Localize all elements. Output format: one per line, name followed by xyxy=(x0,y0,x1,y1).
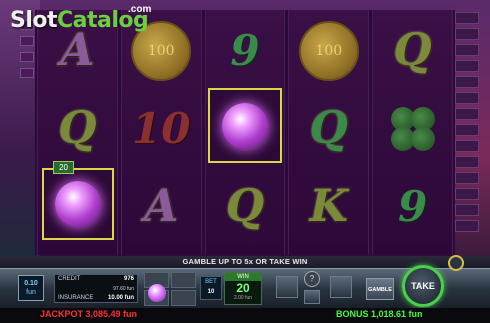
settings-button[interactable] xyxy=(330,276,352,298)
symbol-9: 9 xyxy=(397,182,428,231)
win-value: 20 xyxy=(236,281,250,295)
jackpot-display: JACKPOT 3,085.49 fun xyxy=(40,309,138,319)
symbol-coin: 100 xyxy=(289,12,368,89)
symbol-q: Q xyxy=(225,181,265,232)
win-display: WIN 20 2.00 fun xyxy=(224,272,262,305)
lines-button[interactable] xyxy=(276,276,298,298)
symbol-crystal-ball-winning xyxy=(42,168,114,240)
bet-label: BET xyxy=(205,279,217,285)
bonus-display: BONUS 1,018.61 fun xyxy=(336,309,423,319)
denomination-selector[interactable]: 0.10 fun xyxy=(18,275,44,301)
paytable-button-4[interactable] xyxy=(171,290,196,306)
symbol-q: Q xyxy=(58,103,97,154)
insurance-value: 10.00 fun xyxy=(107,295,134,301)
win-label: WIN xyxy=(225,273,261,281)
denomination-unit: fun xyxy=(26,289,36,296)
help-button[interactable]: ? xyxy=(304,271,320,287)
logo-suffix: .com xyxy=(128,4,152,15)
crystal-ball-icon xyxy=(148,284,166,302)
bet-value: 10 xyxy=(207,289,215,295)
symbol-10: 10 xyxy=(131,104,191,153)
line-win-badge: 20 xyxy=(53,161,74,174)
clover-icon xyxy=(390,106,435,151)
info-panel: CREDIT 976 97.60 fun INSURANCE 10.00 fun xyxy=(54,274,138,303)
reel-4: 100 Q K xyxy=(288,10,370,255)
autoplay-button[interactable] xyxy=(448,255,464,271)
credit-value: 976 xyxy=(123,276,134,282)
sound-button[interactable] xyxy=(304,290,320,304)
game-screen: A Q 100 10 A 9 Q 100 Q K Q 9 SlotCatalog… xyxy=(0,0,490,323)
symbol-9: 9 xyxy=(230,26,260,75)
bet-win-display: BET 10 WIN 20 2.00 fun xyxy=(200,272,264,305)
denomination-value: 0.10 xyxy=(24,280,38,287)
reel-area: A Q 100 10 A 9 Q 100 Q K Q 9 xyxy=(35,10,455,255)
win-fun-value: 2.00 fun xyxy=(233,295,253,301)
take-button[interactable]: TAKE xyxy=(402,265,444,307)
crystal-ball-icon xyxy=(55,181,101,227)
reel-2: 100 10 A xyxy=(120,10,202,255)
symbol-q: Q xyxy=(309,103,348,154)
paytable-button-2[interactable] xyxy=(171,272,196,288)
bet-display[interactable]: BET 10 xyxy=(200,276,222,300)
symbol-k: K xyxy=(309,181,348,232)
credit-label: CREDIT xyxy=(58,276,81,282)
symbol-clover xyxy=(373,90,452,167)
insurance-label: INSURANCE xyxy=(58,295,94,301)
coin-icon: 100 xyxy=(298,20,359,81)
reel-3: 9 Q xyxy=(204,10,286,255)
symbol-q: Q xyxy=(393,25,432,76)
crystal-ball-icon xyxy=(221,102,268,149)
credit-fun-value: 97.60 fun xyxy=(113,285,134,292)
reel-1: A Q xyxy=(37,10,118,255)
payline-indicators-right xyxy=(455,10,479,255)
gamble-button[interactable]: GAMBLE xyxy=(366,278,394,300)
symbol-crystal-ball-winning xyxy=(207,88,282,163)
reel-5: Q 9 xyxy=(372,10,453,255)
symbol-a: A xyxy=(144,181,179,232)
